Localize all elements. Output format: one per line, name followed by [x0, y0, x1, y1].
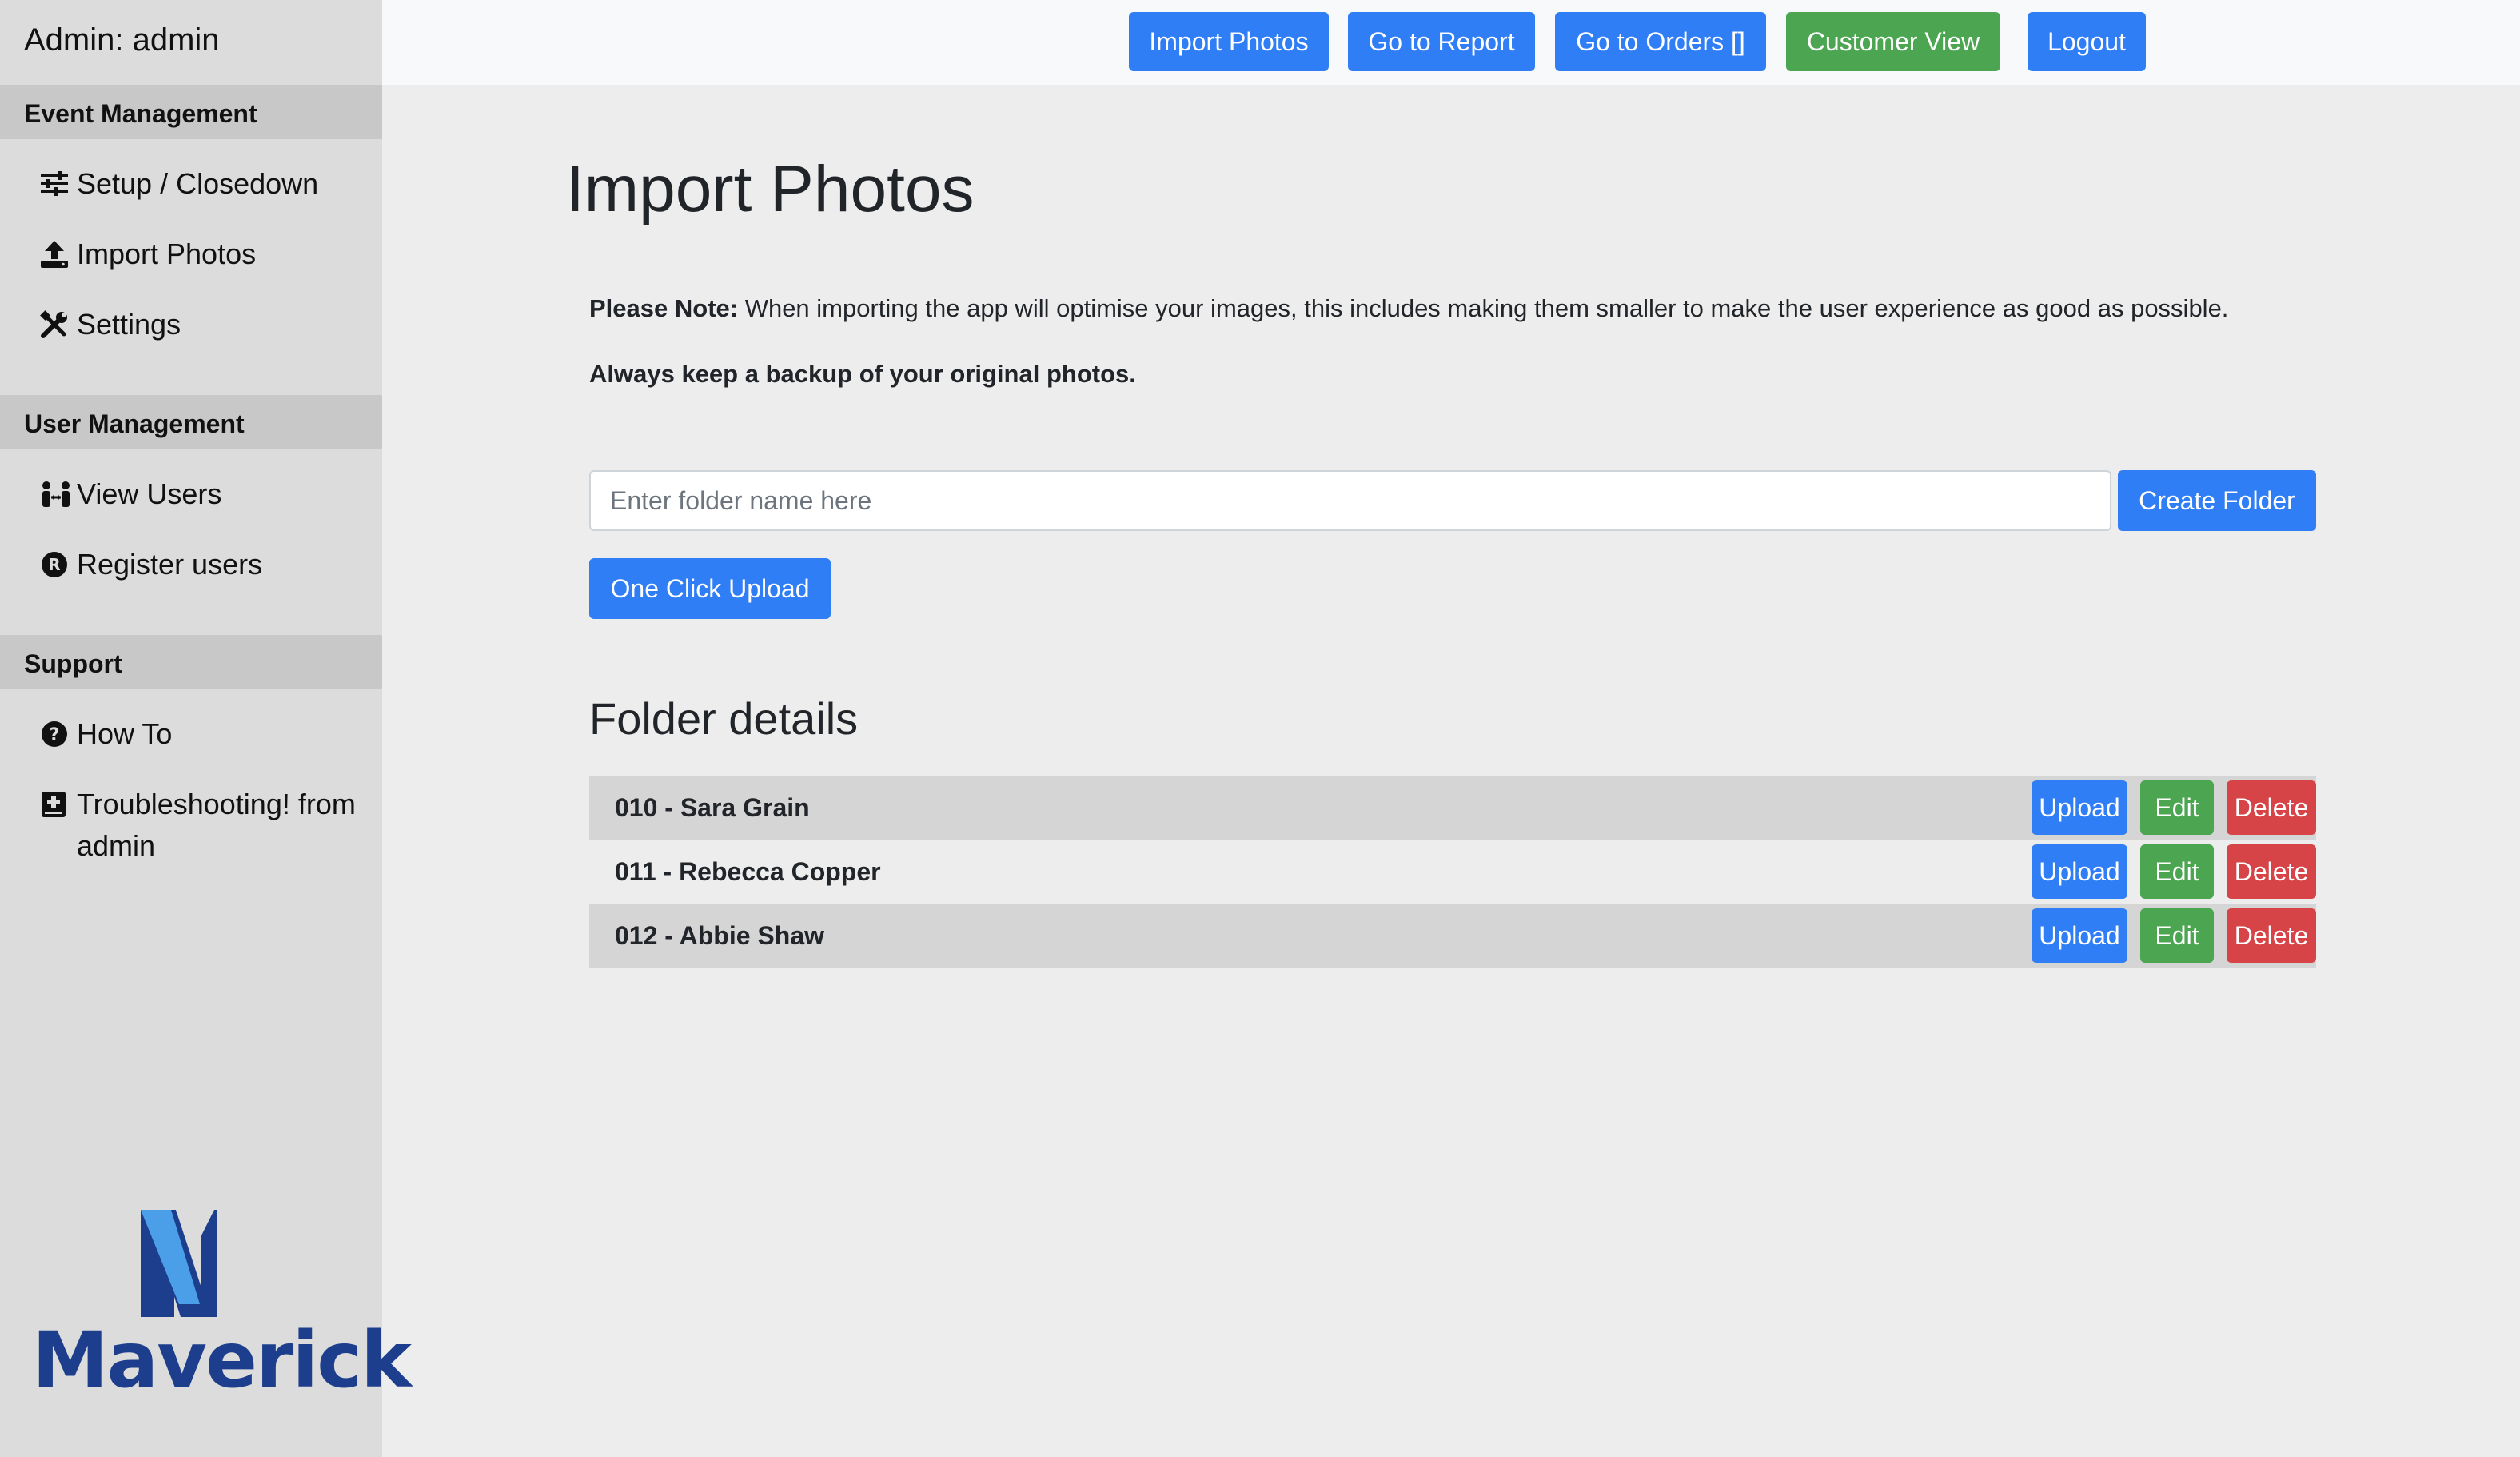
folder-actions: Upload Edit Delete: [2032, 780, 2316, 835]
folder-name-input[interactable]: [589, 470, 2111, 531]
maverick-logo-text: Maverick: [32, 1315, 412, 1405]
backup-warning: Always keep a backup of your original ph…: [589, 360, 1136, 388]
sidebar: Admin: admin Event Management Setup / Cl…: [0, 0, 412, 1457]
sidebar-item-label: Troubleshooting! from admin: [77, 788, 356, 862]
question-icon: ?: [40, 713, 72, 755]
top-navbar: Import Photos Go to Report Go to Orders …: [382, 0, 2520, 85]
folder-delete-button[interactable]: Delete: [2227, 844, 2316, 899]
note-label: Please Note:: [589, 294, 739, 322]
folder-details-title: Folder details: [589, 693, 859, 744]
customer-view-button[interactable]: Customer View: [1786, 12, 2000, 71]
folder-name: 012 - Abbie Shaw: [615, 920, 824, 950]
folder-upload-button[interactable]: Upload: [2032, 908, 2127, 963]
sidebar-item-troubleshooting[interactable]: Troubleshooting! from admin: [0, 784, 382, 867]
sidebar-item-label: Setup / Closedown: [77, 167, 319, 200]
one-click-upload-button[interactable]: One Click Upload: [589, 558, 831, 619]
sidebar-item-label: Settings: [77, 308, 181, 341]
sliders-icon: [40, 163, 72, 205]
page-title: Import Photos: [566, 153, 975, 226]
go-to-orders-button[interactable]: Go to Orders []: [1555, 12, 1766, 71]
users-icon: [40, 473, 72, 515]
folder-delete-button[interactable]: Delete: [2227, 780, 2316, 835]
folder-edit-button[interactable]: Edit: [2140, 908, 2214, 963]
section-event-management: Setup / Closedown Import Photos Settings: [0, 139, 382, 395]
sidebar-item-label: How To: [77, 717, 173, 750]
folder-actions: Upload Edit Delete: [2032, 844, 2316, 899]
sidebar-item-settings[interactable]: Settings: [0, 304, 382, 345]
maverick-logo: Maverick: [32, 1204, 412, 1405]
tools-icon: [40, 304, 72, 345]
import-photos-button[interactable]: Import Photos: [1129, 12, 1329, 71]
create-folder-button[interactable]: Create Folder: [2118, 470, 2316, 531]
section-support: ? How To Troubleshooting! from admin: [0, 689, 382, 916]
folder-name: 011 - Rebecca Copper: [615, 856, 881, 886]
section-user-management: View Users R Register users: [0, 449, 382, 635]
folder-row: 010 - Sara Grain Upload Edit Delete: [589, 776, 2316, 840]
sidebar-item-label: Import Photos: [77, 238, 257, 270]
sidebar-item-register-users[interactable]: R Register users: [0, 544, 382, 585]
sidebar-item-setup-closedown[interactable]: Setup / Closedown: [0, 163, 382, 205]
svg-text:R: R: [48, 555, 60, 574]
go-to-report-button[interactable]: Go to Report: [1348, 12, 1535, 71]
note-text: When importing the app will optimise you…: [738, 294, 2229, 322]
upload-icon: [40, 234, 72, 275]
registered-icon: R: [40, 544, 72, 585]
folder-delete-button[interactable]: Delete: [2227, 908, 2316, 963]
sidebar-item-label: Register users: [77, 548, 263, 581]
folder-name: 010 - Sara Grain: [615, 792, 810, 822]
folder-list: 010 - Sara Grain Upload Edit Delete 011 …: [589, 776, 2316, 968]
medical-book-icon: [40, 784, 72, 825]
maverick-m-mark: [141, 1210, 217, 1317]
folder-upload-button[interactable]: Upload: [2032, 780, 2127, 835]
sidebar-item-label: View Users: [77, 477, 222, 510]
admin-title: Admin: admin: [24, 22, 220, 58]
folder-row: 012 - Abbie Shaw Upload Edit Delete: [589, 904, 2316, 968]
folder-upload-button[interactable]: Upload: [2032, 844, 2127, 899]
folder-actions: Upload Edit Delete: [2032, 908, 2316, 963]
sidebar-item-view-users[interactable]: View Users: [0, 473, 382, 515]
section-header-support: Support: [0, 635, 382, 689]
sidebar-item-how-to[interactable]: ? How To: [0, 713, 382, 755]
section-header-event-management: Event Management: [0, 85, 382, 139]
folder-edit-button[interactable]: Edit: [2140, 780, 2214, 835]
sidebar-item-import-photos[interactable]: Import Photos: [0, 234, 382, 275]
svg-text:?: ?: [50, 725, 60, 745]
folder-edit-button[interactable]: Edit: [2140, 844, 2214, 899]
section-header-user-management: User Management: [0, 395, 382, 449]
folder-row: 011 - Rebecca Copper Upload Edit Delete: [589, 840, 2316, 904]
logout-button[interactable]: Logout: [2028, 12, 2146, 71]
import-note: Please Note: When importing the app will…: [589, 294, 2348, 323]
